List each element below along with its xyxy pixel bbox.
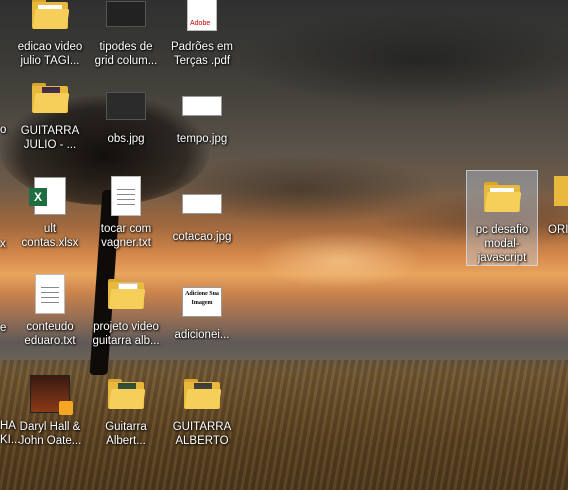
icon-label: obs.jpg — [107, 133, 145, 145]
folder-icon — [482, 175, 522, 219]
image-thumbnail-icon — [182, 84, 222, 128]
desktop-icon-guitarra-julio[interactable]: GUITARRA JULIO - ... — [14, 76, 86, 152]
image-thumbnail-icon: Adicione Sua Imagem — [182, 280, 222, 324]
icon-label: projeto video guitarra alb... — [92, 321, 160, 347]
video-file-icon — [30, 372, 73, 416]
desktop-icon-edicao-video[interactable]: edicao video julio TAGI... — [14, 0, 86, 68]
folder-photo-icon — [30, 76, 70, 120]
text-file-icon — [30, 272, 70, 316]
desktop-icon-partial-right[interactable] — [554, 176, 568, 206]
desktop-icon-guitarra-alberto[interactable]: GUITARRA ALBERTO — [166, 372, 238, 448]
image-thumbnail-icon — [106, 0, 146, 36]
excel-letter: X — [29, 188, 47, 206]
icon-label: pc desafio modal-javascript — [475, 224, 529, 264]
desktop-icon-tipodes-grid[interactable]: tipodes de grid colum... — [90, 0, 162, 68]
image-thumbnail-icon — [182, 182, 222, 226]
desktop-icon-adicionei[interactable]: Adicione Sua Imagem adicionei... — [166, 280, 238, 342]
icon-label: Guitarra Albert... — [105, 421, 147, 447]
excel-icon: X — [29, 174, 70, 218]
desktop-icon-tempo[interactable]: tempo.jpg — [166, 84, 238, 146]
desktop-icon-conteudo-eduaro[interactable]: conteudo eduaro.txt — [14, 272, 86, 348]
edge-label-row5a: HA — [0, 420, 16, 432]
desktop-icon-obs[interactable]: obs.jpg — [90, 84, 162, 146]
folder-photo-icon — [182, 372, 222, 416]
folder-icon — [30, 0, 70, 36]
icon-label: tipodes de grid colum... — [94, 41, 158, 67]
icon-label: ult contas.xlsx — [21, 223, 79, 249]
folder-photo-icon — [106, 372, 146, 416]
adobe-badge: Adobe — [190, 20, 211, 27]
desktop-icon-pc-desafio-modal[interactable]: pc desafio modal-javascript — [466, 170, 538, 266]
desktop-icon-cotacao[interactable]: cotacao.jpg — [166, 182, 238, 244]
icon-label: conteudo eduaro.txt — [24, 321, 76, 347]
icon-label: GUITARRA ALBERTO — [172, 421, 232, 447]
folder-document-icon — [106, 272, 146, 316]
icon-label: Daryl Hall & John Oate... — [18, 421, 82, 447]
desktop-icon-guitarra-albert[interactable]: Guitarra Albert... — [90, 372, 162, 448]
image-thumb-text: Adicione Sua Imagem — [182, 287, 222, 317]
edge-label-row4: e — [0, 322, 7, 334]
icon-label: Padrões em Terças .pdf — [170, 41, 233, 67]
desktop-icon-ult-contas[interactable]: X ult contas.xlsx — [14, 174, 86, 250]
image-thumbnail-icon — [106, 84, 146, 128]
desktop-icon-tocar-com-vagner[interactable]: tocar com vagner.txt — [90, 174, 162, 250]
desktop-icon-padroes-pdf[interactable]: Adobe Padrões em Terças .pdf — [166, 0, 238, 68]
desktop-icon-daryl-hall[interactable]: Daryl Hall & John Oate... — [14, 372, 86, 448]
text-file-icon — [106, 174, 146, 218]
edge-label-row3: x — [0, 238, 6, 250]
folder-icon — [554, 176, 568, 206]
icon-label: adicionei... — [174, 329, 230, 341]
desktop-background: edicao video julio TAGI... tipodes de gr… — [0, 0, 568, 490]
desktop-icon-projeto-video[interactable]: projeto video guitarra alb... — [90, 272, 162, 348]
edge-label-row5b: KI... — [0, 434, 21, 446]
play-badge-icon — [59, 401, 73, 415]
icon-label: GUITARRA JULIO - ... — [20, 125, 80, 151]
icon-label: tempo.jpg — [176, 133, 228, 145]
partial-right-label: ORI — [548, 224, 568, 236]
icon-label: cotacao.jpg — [172, 231, 232, 243]
icon-label: edicao video julio TAGI... — [17, 41, 83, 67]
edge-label-row2: o — [0, 124, 7, 136]
icon-label: tocar com vagner.txt — [100, 223, 152, 249]
pdf-file-icon: Adobe — [182, 0, 222, 36]
